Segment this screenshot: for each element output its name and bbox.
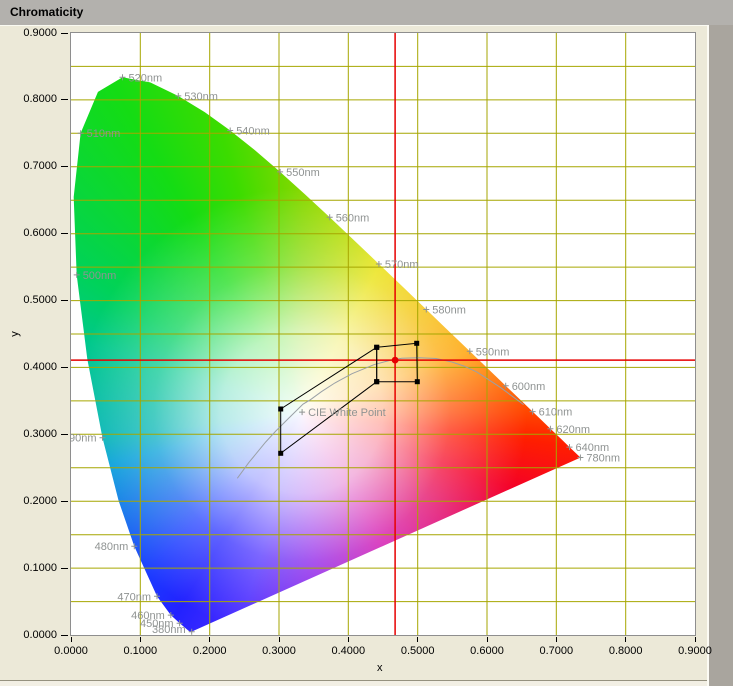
y-tick-label: 0.4000	[4, 361, 57, 373]
wavelength-marker	[376, 261, 382, 267]
wavelength-label: 490nm	[71, 433, 97, 445]
x-tick-label: 0.2000	[180, 645, 240, 657]
measurement-point	[392, 357, 399, 364]
wavelength-label: 620nm	[556, 424, 590, 436]
wavelength-marker	[567, 444, 573, 450]
x-tick-mark	[348, 637, 349, 642]
x-tick-mark	[556, 637, 557, 642]
y-tick-label: 0.9000	[4, 27, 57, 39]
wavelength-label: 510nm	[87, 128, 121, 140]
x-tick-mark	[279, 637, 280, 642]
x-tick-label: 0.0000	[41, 645, 101, 657]
y-tick-mark	[61, 233, 68, 234]
bin-vertex-marker	[278, 407, 283, 412]
y-tick-mark	[61, 434, 68, 435]
y-tick-mark	[61, 166, 68, 167]
panel-right-edge	[707, 25, 733, 686]
x-tick-mark	[625, 637, 626, 642]
chromaticity-plot[interactable]: 380nm450nm460nm470nm480nm490nm500nm510nm…	[71, 33, 695, 636]
x-tick-label: 0.9000	[665, 645, 725, 657]
wavelength-marker	[530, 409, 536, 415]
wavelength-label: 520nm	[129, 72, 163, 84]
wavelength-marker	[131, 543, 137, 549]
wavelength-label: 460nm	[131, 610, 165, 622]
wavelength-label: 500nm	[83, 270, 117, 282]
y-tick-label: 0.3000	[4, 428, 57, 440]
x-tick-label: 0.1000	[110, 645, 170, 657]
wavelength-marker	[547, 426, 553, 432]
x-tick-label: 0.8000	[596, 645, 656, 657]
y-tick-label: 0.5000	[4, 294, 57, 306]
y-tick-mark	[61, 99, 68, 100]
y-tick-mark	[61, 501, 68, 502]
wavelength-marker	[154, 593, 160, 599]
bin-vertex-marker	[414, 341, 419, 346]
wavelength-marker	[78, 130, 84, 136]
x-tick-label: 0.3000	[249, 645, 309, 657]
x-tick-label: 0.7000	[526, 645, 586, 657]
bin-vertex-marker	[415, 379, 420, 384]
wavelength-marker	[189, 629, 195, 635]
window-title: Chromaticity	[0, 0, 733, 25]
x-tick-mark	[695, 637, 696, 642]
bin-vertex-marker	[374, 379, 379, 384]
x-tick-mark	[71, 637, 72, 642]
wavelength-label: 610nm	[539, 407, 573, 419]
white-point-marker	[299, 409, 305, 415]
bin-vertex-marker	[374, 345, 379, 350]
y-tick-label: 0.0000	[4, 629, 57, 641]
wavelength-marker	[74, 272, 80, 278]
wavelength-label: 540nm	[236, 126, 270, 138]
wavelength-label: 580nm	[432, 305, 466, 317]
x-tick-mark	[417, 637, 418, 642]
y-tick-mark	[61, 367, 68, 368]
y-tick-mark	[61, 33, 68, 34]
wavelength-label: 530nm	[184, 91, 218, 103]
bin-vertex-marker	[278, 451, 283, 456]
y-tick-label: 0.6000	[4, 227, 57, 239]
wavelength-label: 560nm	[336, 212, 370, 224]
y-tick-label: 0.2000	[4, 495, 57, 507]
wavelength-marker	[227, 128, 233, 134]
x-tick-label: 0.4000	[318, 645, 378, 657]
wavelength-marker	[503, 383, 509, 389]
x-tick-mark	[487, 637, 488, 642]
panel-bottom-edge	[0, 680, 707, 686]
x-tick-mark	[140, 637, 141, 642]
x-tick-mark	[209, 637, 210, 642]
wavelength-marker	[100, 435, 106, 441]
wavelength-label: 780nm	[586, 453, 620, 465]
x-tick-label: 0.6000	[457, 645, 517, 657]
y-tick-label: 0.1000	[4, 562, 57, 574]
wavelength-marker	[577, 455, 583, 461]
wavelength-marker	[467, 348, 473, 354]
wavelength-marker	[327, 214, 333, 220]
y-tick-mark	[61, 635, 68, 636]
wavelength-marker	[175, 93, 181, 99]
y-tick-label: 0.8000	[4, 93, 57, 105]
wavelength-marker	[120, 74, 126, 80]
y-tick-mark	[61, 568, 68, 569]
wavelength-label: 470nm	[117, 591, 151, 603]
bin-quad-outline	[281, 347, 377, 453]
y-axis-title: y	[9, 331, 21, 337]
wavelength-label: 570nm	[385, 259, 419, 271]
y-tick-label: 0.7000	[4, 160, 57, 172]
wavelength-label: 590nm	[476, 346, 510, 358]
wavelength-label: 600nm	[512, 381, 546, 393]
wavelength-marker	[277, 169, 283, 175]
wavelength-marker	[168, 612, 174, 618]
wavelength-marker	[423, 307, 429, 313]
wavelength-label: 550nm	[286, 167, 320, 179]
wavelength-label: 480nm	[95, 541, 129, 553]
x-axis-title: x	[377, 662, 383, 674]
x-tick-label: 0.5000	[388, 645, 448, 657]
white-point-label: CIE White Point	[308, 407, 386, 419]
y-tick-mark	[61, 300, 68, 301]
